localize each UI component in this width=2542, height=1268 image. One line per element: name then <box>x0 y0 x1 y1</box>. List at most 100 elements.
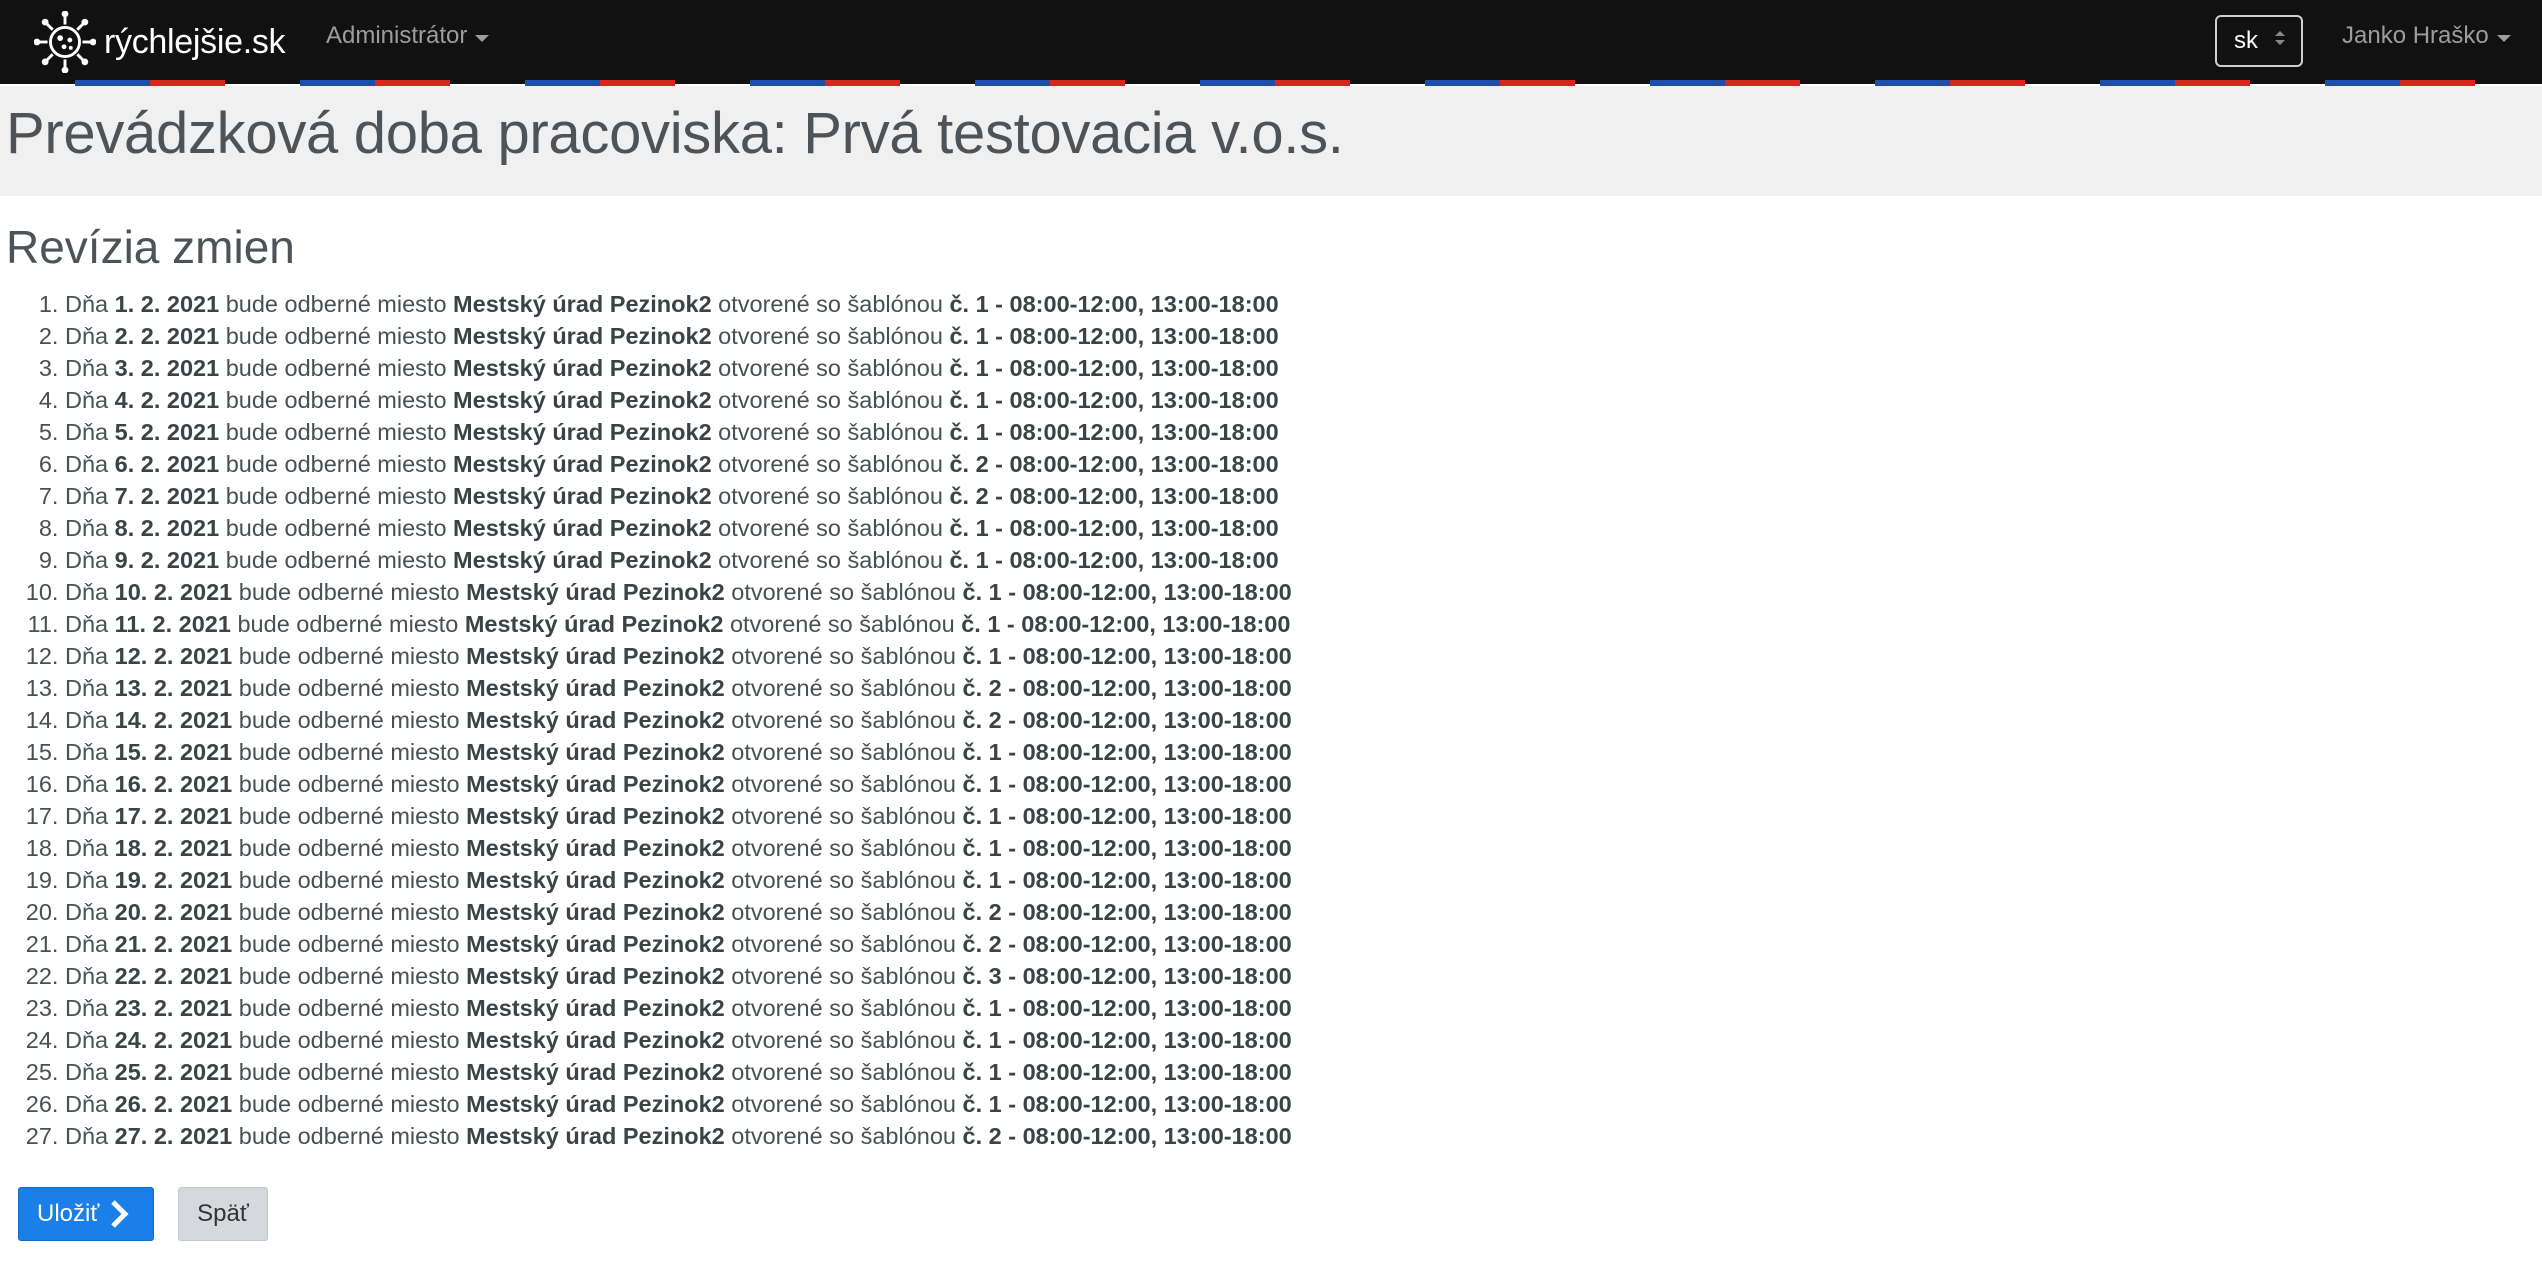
revision-date: 25. 2. 2021 <box>114 1059 233 1085</box>
revision-list-item: Dňa 3. 2. 2021 bude odberné miesto Mests… <box>65 352 1292 384</box>
revision-prefix: Dňa <box>65 291 115 317</box>
language-select[interactable]: sk <box>2215 15 2303 67</box>
revision-place: Mestský úrad Pezinok2 <box>466 771 725 797</box>
revision-prefix: Dňa <box>65 867 115 893</box>
revision-date: 5. 2. 2021 <box>114 419 220 445</box>
revision-mid1: bude odberné miesto <box>232 899 467 925</box>
revision-hours: 08:00-12:00, 13:00-18:00 <box>1022 1123 1292 1149</box>
revision-list-item: Dňa 19. 2. 2021 bude odberné miesto Mest… <box>65 864 1292 896</box>
revision-list-item: Dňa 23. 2. 2021 bude odberné miesto Mest… <box>65 992 1292 1024</box>
revision-hours: 08:00-12:00, 13:00-18:00 <box>1009 387 1279 413</box>
revision-mid2: otvorené so šablónou <box>724 803 963 829</box>
brand-link[interactable]: rýchlejšie.sk <box>34 10 286 74</box>
revision-hours: 08:00-12:00, 13:00-18:00 <box>1009 323 1279 349</box>
revision-sep: - <box>1001 1091 1023 1117</box>
revision-sep: - <box>1001 931 1023 957</box>
revision-list-item: Dňa 15. 2. 2021 bude odberné miesto Mest… <box>65 736 1292 768</box>
revision-place: Mestský úrad Pezinok2 <box>453 547 712 573</box>
revision-mid2: otvorené so šablónou <box>724 1123 963 1149</box>
revision-place: Mestský úrad Pezinok2 <box>466 707 725 733</box>
revision-mid2: otvorené so šablónou <box>724 963 963 989</box>
revision-mid1: bude odberné miesto <box>232 995 467 1021</box>
revision-hours: 08:00-12:00, 13:00-18:00 <box>1022 1027 1292 1053</box>
revision-template: č. 1 <box>961 611 1001 637</box>
revision-hours: 08:00-12:00, 13:00-18:00 <box>1022 771 1292 797</box>
revision-list-item: Dňa 21. 2. 2021 bude odberné miesto Mest… <box>65 928 1292 960</box>
revision-mid2: otvorené so šablónou <box>711 323 950 349</box>
revision-sep: - <box>1001 835 1023 861</box>
back-button[interactable]: Späť <box>178 1187 268 1241</box>
revision-place: Mestský úrad Pezinok2 <box>466 899 725 925</box>
revision-list-item: Dňa 27. 2. 2021 bude odberné miesto Mest… <box>65 1120 1292 1152</box>
revision-template: č. 1 <box>962 1059 1002 1085</box>
revision-hours: 08:00-12:00, 13:00-18:00 <box>1022 643 1292 669</box>
revision-mid2: otvorené so šablónou <box>724 707 963 733</box>
revision-date: 18. 2. 2021 <box>114 835 233 861</box>
revision-list-item: Dňa 9. 2. 2021 bude odberné miesto Mests… <box>65 544 1292 576</box>
revision-place: Mestský úrad Pezinok2 <box>466 995 725 1021</box>
revision-template: č. 1 <box>949 547 989 573</box>
admin-menu-dropdown[interactable]: Administrátor <box>326 22 490 50</box>
revision-list-item: Dňa 7. 2. 2021 bude odberné miesto Mests… <box>65 480 1292 512</box>
revision-mid2: otvorené so šablónou <box>711 547 950 573</box>
revision-place: Mestský úrad Pezinok2 <box>466 643 725 669</box>
revision-list-item: Dňa 20. 2. 2021 bude odberné miesto Mest… <box>65 896 1292 928</box>
revision-sep: - <box>988 323 1010 349</box>
language-select-value: sk <box>2234 27 2258 54</box>
revision-mid2: otvorené so šablónou <box>711 355 950 381</box>
revision-template: č. 1 <box>962 1091 1002 1117</box>
revision-hours: 08:00-12:00, 13:00-18:00 <box>1022 931 1292 957</box>
revision-mid1: bude odberné miesto <box>232 739 467 765</box>
revision-sep: - <box>1001 675 1023 701</box>
revision-sep: - <box>1001 579 1023 605</box>
revision-sep: - <box>1001 739 1023 765</box>
revision-mid2: otvorené so šablónou <box>711 483 950 509</box>
save-button[interactable]: Uložiť <box>18 1187 154 1241</box>
revision-date: 4. 2. 2021 <box>114 387 220 413</box>
revision-mid2: otvorené so šablónou <box>724 579 963 605</box>
revision-prefix: Dňa <box>65 675 115 701</box>
revision-hours: 08:00-12:00, 13:00-18:00 <box>1022 835 1292 861</box>
revision-mid2: otvorené so šablónou <box>724 931 963 957</box>
revision-list-item: Dňa 8. 2. 2021 bude odberné miesto Mests… <box>65 512 1292 544</box>
revision-place: Mestský úrad Pezinok2 <box>466 835 725 861</box>
revision-mid1: bude odberné miesto <box>219 323 454 349</box>
revision-mid1: bude odberné miesto <box>232 1091 467 1117</box>
revision-place: Mestský úrad Pezinok2 <box>466 963 725 989</box>
revision-mid1: bude odberné miesto <box>219 387 454 413</box>
revision-place: Mestský úrad Pezinok2 <box>453 515 712 541</box>
revision-list: Dňa 1. 2. 2021 bude odberné miesto Mests… <box>0 288 1292 1152</box>
revision-template: č. 1 <box>962 867 1002 893</box>
revision-sep: - <box>988 547 1010 573</box>
revision-hours: 08:00-12:00, 13:00-18:00 <box>1022 579 1292 605</box>
user-menu-dropdown[interactable]: Janko Hraško <box>2342 22 2511 50</box>
revision-mid2: otvorené so šablónou <box>724 835 963 861</box>
revision-template: č. 1 <box>962 835 1002 861</box>
revision-mid1: bude odberné miesto <box>230 611 465 637</box>
revision-date: 15. 2. 2021 <box>114 739 233 765</box>
save-button-label: Uložiť <box>37 1200 100 1227</box>
revision-list-item: Dňa 25. 2. 2021 bude odberné miesto Mest… <box>65 1056 1292 1088</box>
admin-menu-label: Administrátor <box>326 22 468 49</box>
revision-mid2: otvorené so šablónou <box>724 995 963 1021</box>
revision-hours: 08:00-12:00, 13:00-18:00 <box>1009 355 1279 381</box>
revision-prefix: Dňa <box>65 1059 115 1085</box>
revision-list-item: Dňa 18. 2. 2021 bude odberné miesto Mest… <box>65 832 1292 864</box>
revision-prefix: Dňa <box>65 707 115 733</box>
revision-hours: 08:00-12:00, 13:00-18:00 <box>1022 707 1292 733</box>
revision-sep: - <box>988 355 1010 381</box>
revision-hours: 08:00-12:00, 13:00-18:00 <box>1009 483 1279 509</box>
revision-sep: - <box>1001 771 1023 797</box>
revision-hours: 08:00-12:00, 13:00-18:00 <box>1009 291 1279 317</box>
revision-prefix: Dňa <box>65 515 115 541</box>
select-arrows-icon <box>2275 31 2285 45</box>
revision-place: Mestský úrad Pezinok2 <box>466 579 725 605</box>
revision-list-item: Dňa 11. 2. 2021 bude odberné miesto Mest… <box>65 608 1292 640</box>
revision-prefix: Dňa <box>65 963 115 989</box>
revision-list-item: Dňa 26. 2. 2021 bude odberné miesto Mest… <box>65 1088 1292 1120</box>
revision-place: Mestský úrad Pezinok2 <box>466 675 725 701</box>
revision-date: 8. 2. 2021 <box>114 515 220 541</box>
top-navbar: rýchlejšie.sk Administrátor sk Janko Hra… <box>0 0 2542 84</box>
revision-template: č. 1 <box>962 1027 1002 1053</box>
revision-sep: - <box>1000 611 1022 637</box>
